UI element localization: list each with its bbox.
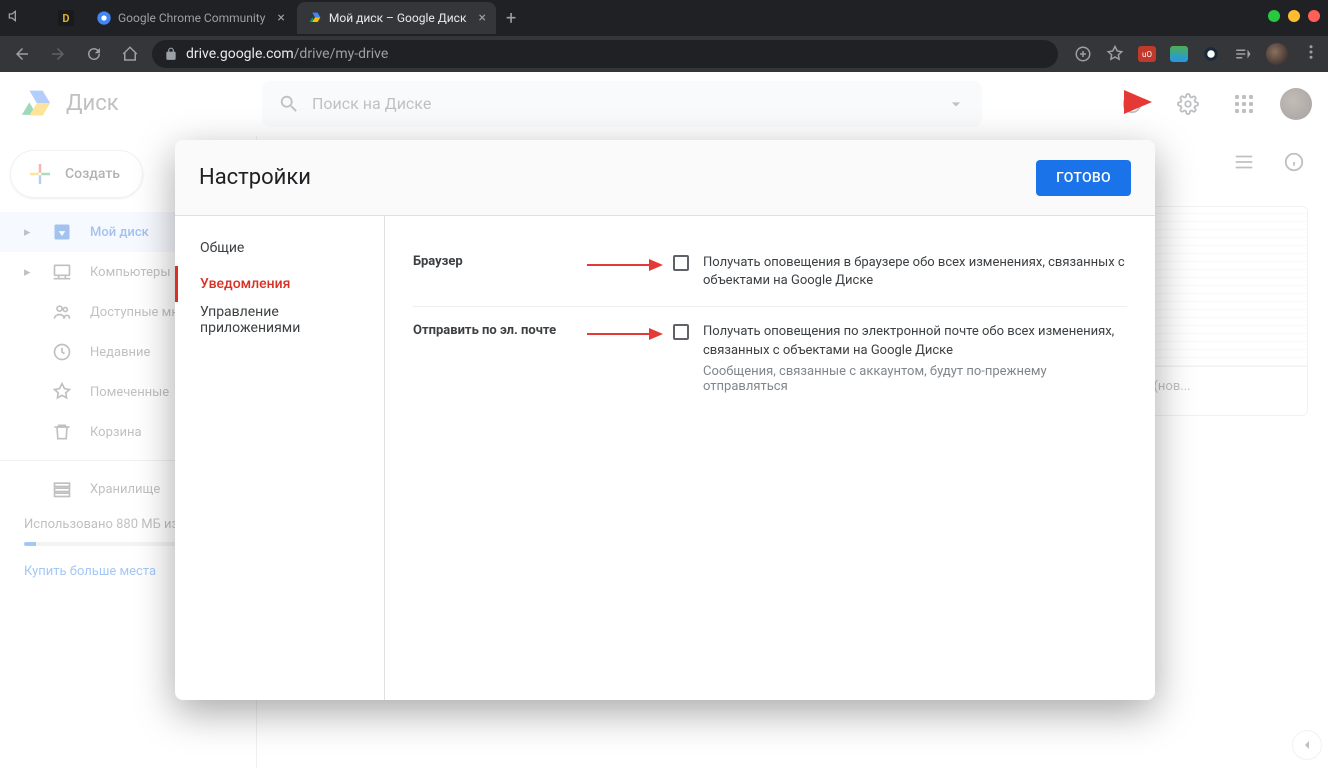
forward-button[interactable] [44, 40, 72, 68]
address-bar[interactable]: drive.google.com/drive/my-drive [152, 40, 1058, 68]
settings-nav-apps[interactable]: Управление приложениями [175, 302, 384, 338]
tab-label: Google Chrome Community [118, 11, 265, 25]
tab-d[interactable]: D [48, 2, 84, 34]
tab-chrome-community[interactable]: Google Chrome Community × [86, 2, 295, 34]
browser-notifications-checkbox[interactable] [673, 255, 689, 271]
media-control-icon[interactable] [1234, 45, 1252, 63]
email-notifications-text: Получать оповещения по электронной почте… [703, 323, 1127, 359]
favicon-google-icon [96, 10, 112, 26]
back-button[interactable] [8, 40, 36, 68]
add-to-icon[interactable] [1074, 45, 1092, 63]
done-button[interactable]: ГОТОВО [1036, 160, 1131, 196]
email-notifications-checkbox[interactable] [673, 324, 689, 340]
window-maximize[interactable] [1288, 10, 1300, 22]
profile-avatar[interactable] [1266, 43, 1288, 65]
favicon-drive-icon [307, 10, 323, 26]
close-icon[interactable]: × [478, 10, 485, 26]
bookmark-icon[interactable] [1106, 45, 1124, 63]
favicon-d-icon: D [58, 10, 74, 26]
browser-notifications-text: Получать оповещения в браузере обо всех … [703, 254, 1127, 290]
extension-color-icon[interactable] [1170, 46, 1188, 62]
new-tab-button[interactable]: + [498, 8, 524, 29]
email-notifications-subtext: Сообщения, связанные с аккаунтом, будут … [703, 364, 1127, 394]
reload-button[interactable] [80, 40, 108, 68]
url-host: drive.google.com [186, 46, 294, 62]
home-button[interactable] [116, 40, 144, 68]
annotation-arrow-icon [1046, 82, 1156, 122]
settings-nav-notifications[interactable]: Уведомления [175, 266, 384, 302]
extension-circle-icon[interactable] [1202, 45, 1220, 63]
tab-google-drive[interactable]: Мой диск – Google Диск × [297, 2, 496, 34]
close-icon[interactable]: × [277, 10, 284, 26]
audio-mute-icon [8, 8, 24, 28]
dialog-title: Настройки [199, 165, 311, 190]
lock-icon [164, 47, 178, 61]
chrome-menu-button[interactable] [1302, 43, 1320, 65]
annotation-pointer-icon [585, 257, 665, 273]
annotation-pointer-icon [585, 326, 665, 342]
tab-label: Мой диск – Google Диск [329, 11, 467, 25]
settings-nav-general[interactable]: Общие [175, 230, 384, 266]
window-minimize[interactable] [1268, 10, 1280, 22]
url-path: /drive/my-drive [294, 46, 389, 62]
window-close[interactable] [1308, 10, 1320, 22]
settings-dialog: Настройки ГОТОВО Общие Уведомления Управ… [175, 140, 1155, 700]
extension-ublock-icon[interactable]: uO [1138, 46, 1156, 62]
